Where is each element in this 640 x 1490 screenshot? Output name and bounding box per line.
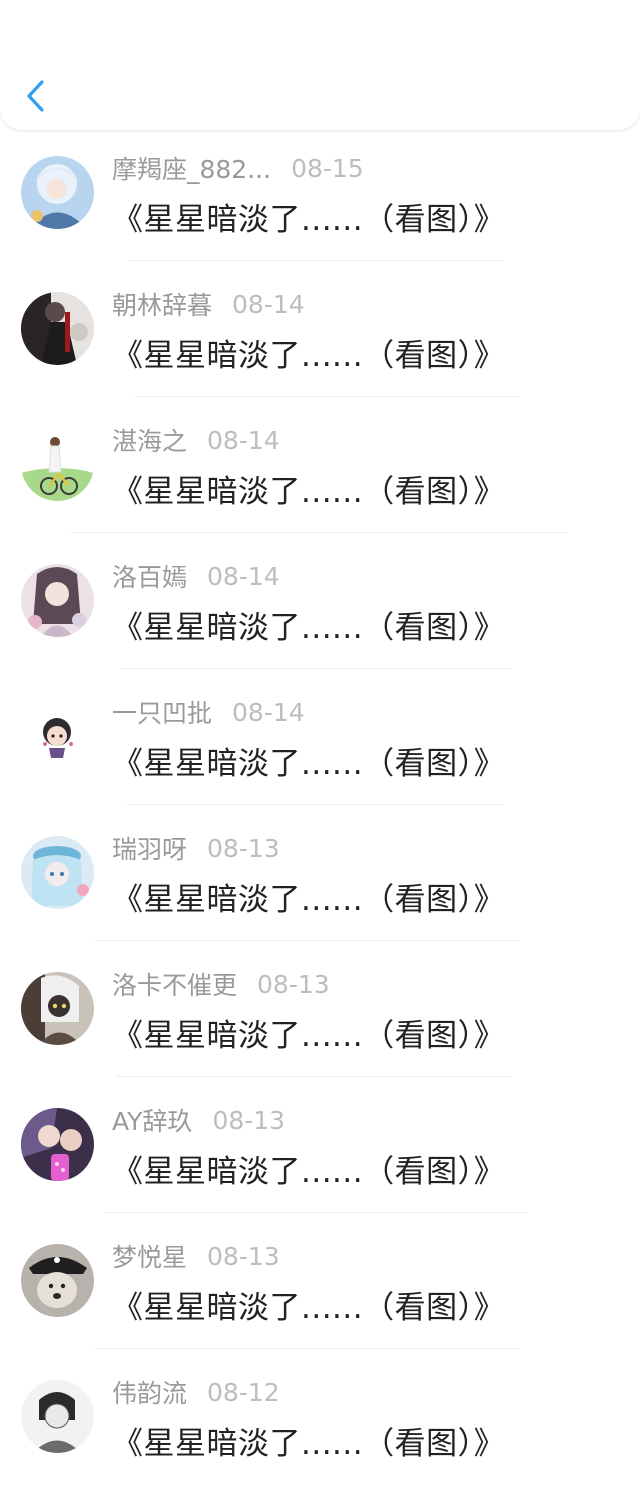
post-date: 08-12 <box>207 1377 280 1407</box>
post-date: 08-15 <box>291 153 364 183</box>
avatar[interactable] <box>21 836 94 909</box>
post-date: 08-14 <box>232 697 305 727</box>
avatar[interactable] <box>21 564 94 637</box>
list-item[interactable]: 瑞羽呀 08-13 《星星暗淡了......（看图）》 <box>0 810 640 946</box>
item-meta: 瑞羽呀 08-13 <box>112 830 280 866</box>
user-name[interactable]: 洛卡不催更 <box>112 966 237 1002</box>
list-item[interactable]: AY辞玖 08-13 《星星暗淡了......（看图）》 <box>0 1082 640 1218</box>
list-item[interactable]: 朝林辞暮 08-14 《星星暗淡了......（看图）》 <box>0 266 640 402</box>
avatar[interactable] <box>21 1108 94 1181</box>
comment-list: 摩羯座_882... 08-15 《星星暗淡了......（看图）》 朝林辞暮 … <box>0 130 640 1490</box>
user-name[interactable]: 瑞羽呀 <box>112 830 187 866</box>
user-name[interactable]: AY辞玖 <box>112 1102 192 1138</box>
list-item[interactable]: 梦悦星 08-13 《星星暗淡了......（看图）》 <box>0 1218 640 1354</box>
post-title[interactable]: 《星星暗淡了......（看图）》 <box>112 1418 505 1463</box>
avatar[interactable] <box>21 972 94 1045</box>
post-date: 08-14 <box>207 425 280 455</box>
user-name[interactable]: 伟韵流 <box>112 1374 187 1410</box>
post-title[interactable]: 《星星暗淡了......（看图）》 <box>112 194 505 239</box>
user-name[interactable]: 洛百嫣 <box>112 558 187 594</box>
item-meta: 洛百嫣 08-14 <box>112 558 280 594</box>
post-date: 08-13 <box>207 833 280 863</box>
post-title[interactable]: 《星星暗淡了......（看图）》 <box>112 1010 505 1055</box>
item-meta: 梦悦星 08-13 <box>112 1238 280 1274</box>
post-date: 08-13 <box>212 1105 286 1135</box>
post-title[interactable]: 《星星暗淡了......（看图）》 <box>112 1282 505 1327</box>
avatar[interactable] <box>21 700 94 773</box>
list-item[interactable]: 洛卡不催更 08-13 《星星暗淡了......（看图）》 <box>0 946 640 1082</box>
item-meta: AY辞玖 08-13 <box>112 1102 285 1138</box>
post-title[interactable]: 《星星暗淡了......（看图）》 <box>112 1146 505 1191</box>
avatar[interactable] <box>21 428 94 501</box>
item-meta: 朝林辞暮 08-14 <box>112 286 305 322</box>
list-item[interactable]: 洛百嫣 08-14 《星星暗淡了......（看图）》 <box>0 538 640 674</box>
avatar[interactable] <box>21 292 94 365</box>
back-button[interactable] <box>16 74 56 118</box>
item-meta: 伟韵流 08-12 <box>112 1374 280 1410</box>
user-name[interactable]: 摩羯座_882... <box>112 150 271 186</box>
avatar[interactable] <box>21 156 94 229</box>
item-meta: 摩羯座_882... 08-15 <box>112 150 364 186</box>
list-item[interactable]: 摩羯座_882... 08-15 《星星暗淡了......（看图）》 <box>0 130 640 266</box>
user-name[interactable]: 梦悦星 <box>112 1238 187 1274</box>
item-meta: 洛卡不催更 08-13 <box>112 966 330 1002</box>
divider <box>122 668 512 669</box>
post-date: 08-13 <box>257 969 330 999</box>
post-date: 08-13 <box>207 1241 280 1271</box>
list-item[interactable]: 一只凹批 08-14 《星星暗淡了......（看图）》 <box>0 674 640 810</box>
item-meta: 一只凹批 08-14 <box>112 694 305 730</box>
divider <box>104 1212 528 1213</box>
user-name[interactable]: 一只凹批 <box>112 694 212 730</box>
divider <box>130 260 502 261</box>
user-name[interactable]: 朝林辞暮 <box>112 286 212 322</box>
divider <box>126 804 502 805</box>
post-date: 08-14 <box>232 289 305 319</box>
post-date: 08-14 <box>207 561 280 591</box>
divider <box>134 396 518 397</box>
divider <box>116 1076 512 1077</box>
user-name[interactable]: 湛海之 <box>112 422 187 458</box>
post-title[interactable]: 《星星暗淡了......（看图）》 <box>112 330 505 375</box>
avatar[interactable] <box>21 1244 94 1317</box>
divider <box>94 940 518 941</box>
divider <box>70 532 568 533</box>
item-meta: 湛海之 08-14 <box>112 422 280 458</box>
chevron-left-icon <box>27 80 44 112</box>
post-title[interactable]: 《星星暗淡了......（看图）》 <box>112 466 505 511</box>
divider <box>94 1348 518 1349</box>
avatar[interactable] <box>21 1380 94 1453</box>
top-bar <box>0 0 640 130</box>
post-title[interactable]: 《星星暗淡了......（看图）》 <box>112 874 505 919</box>
post-title[interactable]: 《星星暗淡了......（看图）》 <box>112 738 505 783</box>
post-title[interactable]: 《星星暗淡了......（看图）》 <box>112 602 505 647</box>
list-item[interactable]: 伟韵流 08-12 《星星暗淡了......（看图）》 <box>0 1354 640 1490</box>
list-item[interactable]: 湛海之 08-14 《星星暗淡了......（看图）》 <box>0 402 640 538</box>
